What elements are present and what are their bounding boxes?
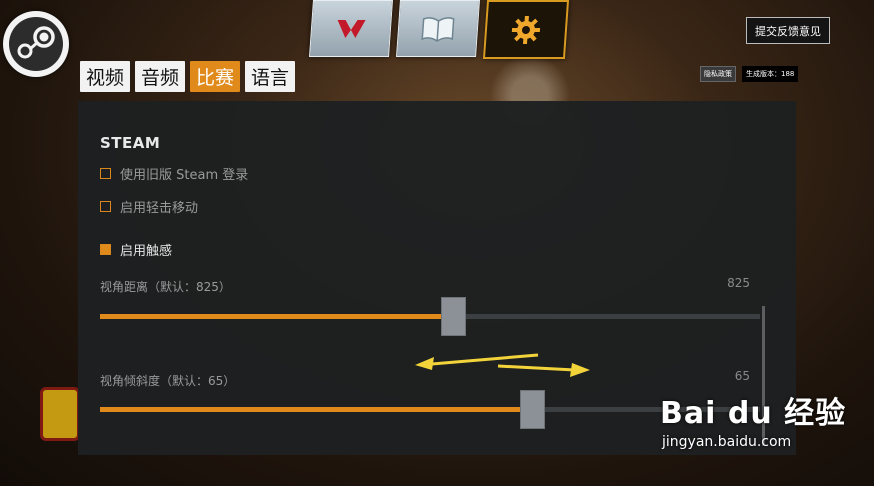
book-card[interactable] (396, 0, 480, 57)
camera-pitch-label: 视角倾斜度（默认：65） (100, 374, 236, 388)
camera-distance-label: 视角距离（默认：825） (100, 280, 231, 294)
tab-game[interactable]: 比赛 (190, 61, 241, 92)
checkbox-box[interactable] (100, 168, 111, 179)
slider-fill (100, 407, 522, 412)
steam-logo-icon[interactable] (3, 11, 69, 77)
checkbox-box[interactable] (100, 244, 111, 255)
watermark-url: jingyan.baidu.com (662, 434, 792, 450)
settings-tabs: 视频 音频 比赛 语言 (80, 61, 296, 92)
checkbox-label: 使用旧版 Steam 登录 (120, 168, 249, 183)
camera-pitch-value: 65 (734, 369, 750, 383)
build-version: 生成版本：188 (742, 66, 799, 82)
camera-distance-value: 825 (727, 276, 750, 290)
camera-distance-slider[interactable] (100, 297, 760, 336)
checkbox-box[interactable] (100, 201, 111, 212)
build-info: 隐私政策 生成版本：188 (700, 66, 799, 82)
slider-thumb[interactable] (520, 390, 545, 429)
baidu-watermark: Bai du 经验 jingyan.baidu.com (660, 388, 846, 450)
slider-fill (100, 314, 443, 319)
book-icon (421, 16, 455, 42)
section-title: STEAM (100, 134, 161, 152)
side-badge (40, 387, 80, 441)
settings-card[interactable] (482, 0, 570, 59)
feedback-button[interactable]: 提交反馈意见 (746, 17, 830, 44)
checkbox-label: 启用轻击移动 (120, 201, 199, 216)
tab-audio[interactable]: 音频 (135, 61, 186, 92)
annotation-arrows-icon (415, 353, 590, 377)
slider-thumb[interactable] (441, 297, 466, 336)
hero-portrait-icon (337, 19, 366, 38)
checkbox-label: 启用触感 (120, 244, 173, 259)
tab-video[interactable]: 视频 (80, 61, 131, 92)
privacy-policy-button[interactable]: 隐私政策 (700, 66, 736, 82)
legacy-login-checkbox[interactable]: 使用旧版 Steam 登录 (100, 164, 248, 183)
hero-portrait-card[interactable] (309, 0, 393, 57)
watermark-logo: Bai du 经验 (660, 396, 847, 431)
haptics-checkbox[interactable]: 启用触感 (100, 240, 172, 259)
tap-to-move-checkbox[interactable]: 启用轻击移动 (100, 197, 198, 216)
tab-language[interactable]: 语言 (245, 61, 296, 92)
gear-icon (511, 15, 541, 44)
